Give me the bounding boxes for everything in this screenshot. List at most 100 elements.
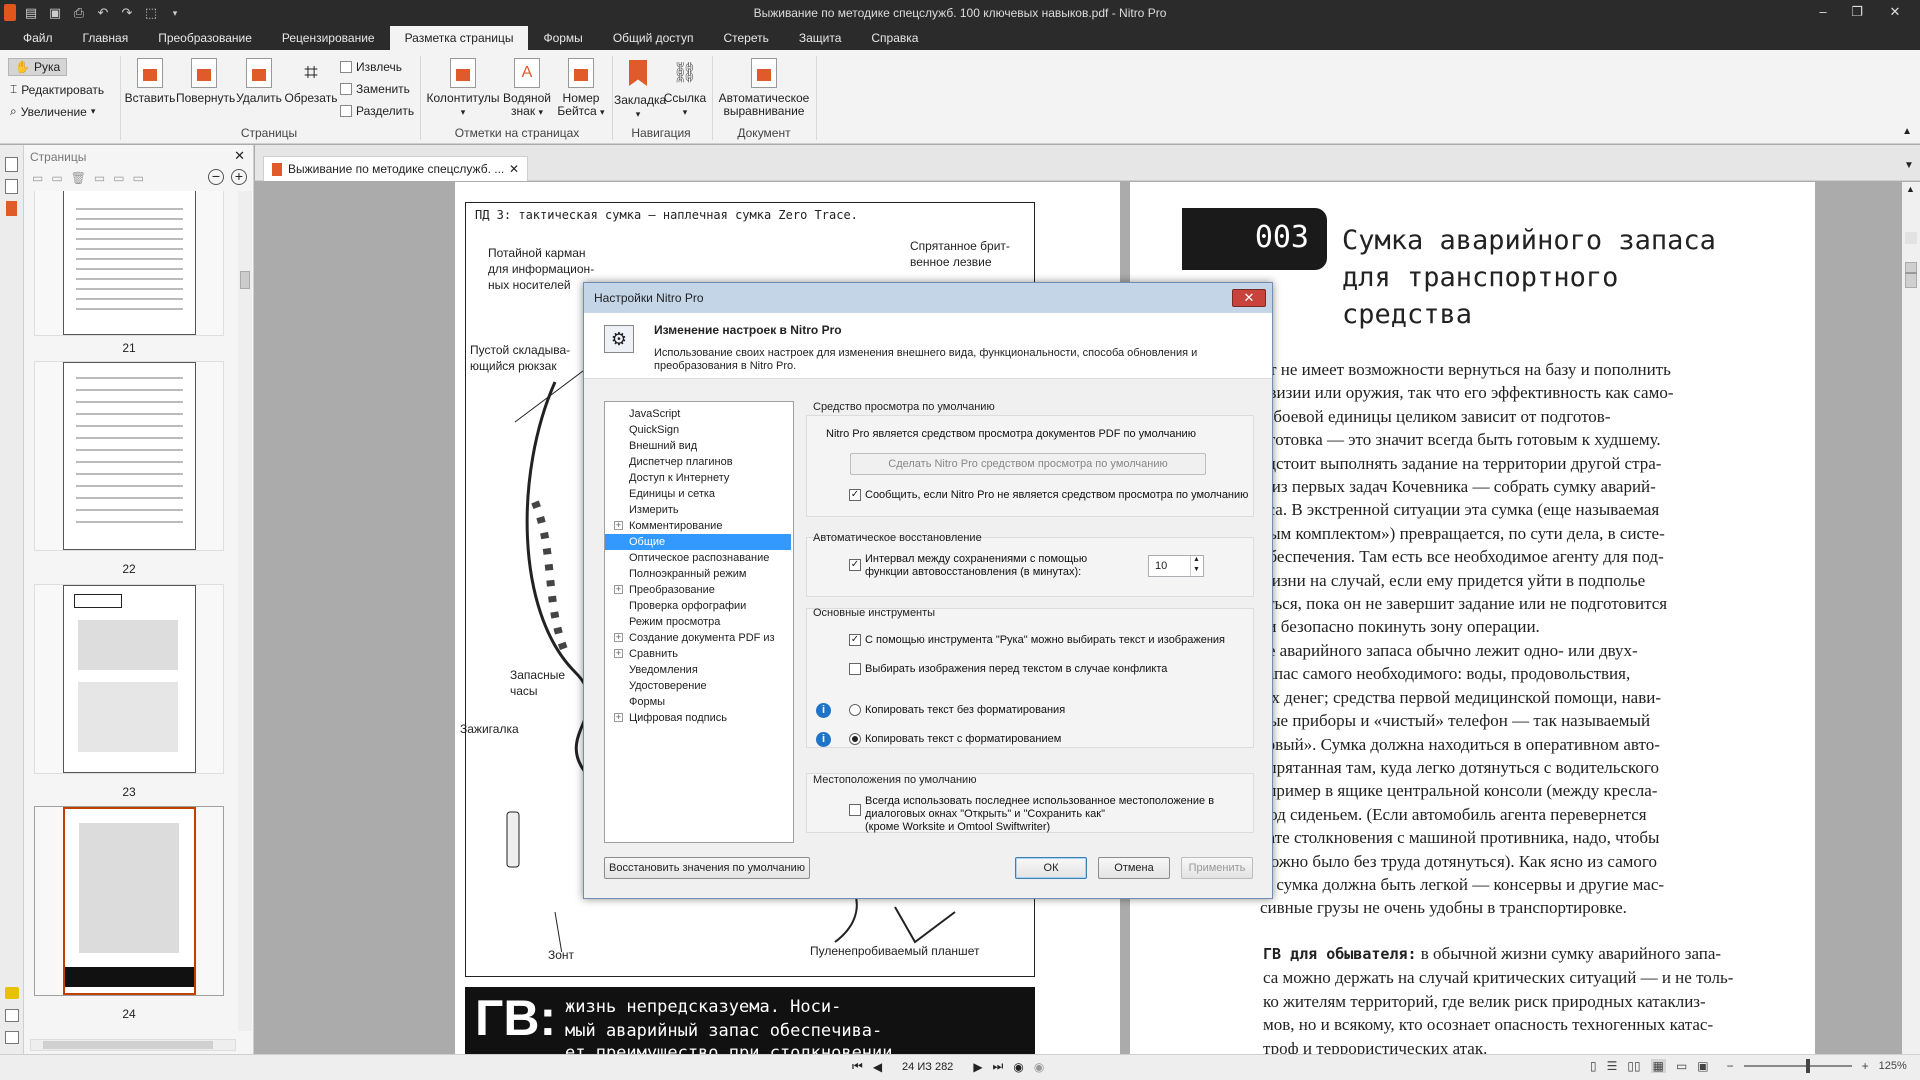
replace-pages-button[interactable]: Заменить: [340, 82, 410, 96]
tree-item[interactable]: Уведомления: [605, 662, 793, 678]
hand-select-text-checkbox[interactable]: ✓ С помощью инструмента "Рука" можно выби…: [849, 634, 1225, 647]
expand-icon[interactable]: +: [614, 633, 623, 642]
autorecover-interval-checkbox[interactable]: ✓ Интервал между сохранениями с помощью ф…: [849, 553, 1087, 579]
split-pages-button[interactable]: Разделить: [340, 104, 414, 118]
first-page-icon[interactable]: ⏮: [852, 1059, 863, 1074]
audio-panel-icon[interactable]: [5, 1009, 19, 1022]
thumbnails-hscrollbar[interactable]: [30, 1039, 236, 1051]
restore-defaults-button[interactable]: Восстановить значения по умолчанию: [604, 857, 810, 879]
zoom-slider[interactable]: [1743, 1059, 1852, 1073]
tree-item[interactable]: Доступ к Интернету: [605, 470, 793, 486]
apply-button[interactable]: Применить: [1181, 857, 1253, 879]
facing-continuous-view-icon[interactable]: ▦: [1650, 1059, 1666, 1073]
rotate-pages-button[interactable]: Повернуть: [176, 58, 235, 105]
watermark-button[interactable]: A Водяной знак ▾: [500, 58, 554, 119]
ok-button[interactable]: ОК: [1015, 857, 1087, 879]
checkbox-checked[interactable]: ✓: [849, 559, 861, 571]
spin-down-icon[interactable]: ▼: [1190, 566, 1202, 576]
tab-forms[interactable]: Формы: [528, 26, 597, 50]
close-button[interactable]: ✕: [1878, 4, 1912, 20]
full-screen-icon[interactable]: ▣: [1697, 1059, 1708, 1073]
close-tab-icon[interactable]: ✕: [509, 162, 519, 176]
dialog-close-button[interactable]: ✕: [1232, 289, 1266, 307]
extract-pages-button[interactable]: Извлечь: [340, 60, 402, 74]
radio-unselected[interactable]: [849, 704, 861, 717]
insert-pages-button[interactable]: Вставить: [124, 58, 176, 105]
expand-icon[interactable]: +: [614, 521, 623, 530]
tree-item[interactable]: Полноэкранный режим: [605, 566, 793, 582]
radio-selected[interactable]: [849, 733, 861, 746]
tree-item[interactable]: Проверка орфографии: [605, 598, 793, 614]
zoom-slider-thumb[interactable]: [1805, 1059, 1810, 1073]
single-page-view-icon[interactable]: ▯: [1590, 1059, 1597, 1073]
pages-panel-icon[interactable]: [5, 157, 18, 172]
spin-up-icon[interactable]: ▲: [1190, 556, 1202, 566]
tab-page-layout[interactable]: Разметка страницы: [389, 26, 529, 50]
tree-item[interactable]: Диспетчер плагинов: [605, 454, 793, 470]
thumb-split-icon[interactable]: ▭: [133, 171, 144, 185]
zoom-in-icon[interactable]: +: [1862, 1059, 1869, 1073]
thumb-rotate-icon[interactable]: ▭: [94, 171, 105, 185]
layers-panel-icon[interactable]: [5, 1031, 19, 1044]
tab-share[interactable]: Общий доступ: [598, 26, 709, 50]
facing-view-icon[interactable]: ▯▯: [1627, 1059, 1640, 1073]
autorecover-minutes-input[interactable]: 10 ▲ ▼: [1148, 555, 1204, 577]
tree-item[interactable]: + Комментирование: [605, 518, 793, 534]
document-tab[interactable]: Выживание по методике спецслужб. ... ✕: [263, 156, 528, 181]
tree-item[interactable]: Удостоверение: [605, 678, 793, 694]
copy-plain-radio[interactable]: Копировать текст без форматирования: [849, 704, 1065, 717]
tab-help[interactable]: Справка: [856, 26, 933, 50]
tab-review[interactable]: Рецензирование: [267, 26, 390, 50]
tree-item[interactable]: QuickSign: [605, 422, 793, 438]
bates-number-button[interactable]: Номер Бейтса ▾: [554, 58, 608, 119]
next-page-icon[interactable]: ▶: [973, 1060, 982, 1074]
tree-item[interactable]: Оптическое распознавание: [605, 550, 793, 566]
zoom-out-thumbs-icon[interactable]: −: [208, 169, 224, 185]
document-scrollbar[interactable]: ▲: [1902, 182, 1920, 1054]
tree-item[interactable]: + Цифровая подпись: [605, 710, 793, 726]
page-thumbnail[interactable]: [34, 584, 224, 774]
next-view-icon[interactable]: ◉: [1034, 1060, 1044, 1074]
previous-page-icon[interactable]: ◀: [873, 1060, 882, 1074]
thumb-insert-icon[interactable]: ▭: [32, 171, 43, 185]
continuous-view-icon[interactable]: ☰: [1607, 1059, 1618, 1073]
make-default-viewer-button[interactable]: Сделать Nitro Pro средством просмотра по…: [850, 453, 1206, 475]
previous-view-icon[interactable]: ◉: [1013, 1060, 1023, 1074]
checkbox-checked[interactable]: ✓: [849, 634, 861, 647]
checkbox-unchecked[interactable]: [849, 804, 861, 816]
tree-item[interactable]: Измерить: [605, 502, 793, 518]
tree-item[interactable]: Режим просмотра: [605, 614, 793, 630]
delete-pages-button[interactable]: Удалить: [234, 58, 284, 105]
tree-item[interactable]: Общие: [605, 534, 791, 550]
tab-file[interactable]: Файл: [8, 26, 68, 50]
zoom-in-thumbs-icon[interactable]: +: [231, 169, 247, 185]
thumb-extract-icon[interactable]: ▭: [51, 171, 62, 185]
zoom-out-icon[interactable]: −: [1727, 1059, 1734, 1073]
copy-formatted-radio[interactable]: Копировать текст с форматированием: [849, 733, 1061, 746]
page-indicator[interactable]: 24 ИЗ 282: [892, 1061, 963, 1073]
page-thumbnail[interactable]: [34, 191, 224, 336]
expand-icon[interactable]: +: [614, 649, 623, 658]
expand-icon[interactable]: +: [614, 713, 623, 722]
tab-list-chevron-icon[interactable]: ▼: [1904, 160, 1914, 171]
tab-erase[interactable]: Стереть: [708, 26, 783, 50]
thumb-replace-icon[interactable]: ▭: [113, 171, 124, 185]
last-page-icon[interactable]: ⏭: [993, 1059, 1004, 1074]
fit-width-icon[interactable]: ▭: [1676, 1059, 1687, 1073]
headers-footers-button[interactable]: Колонтитулы ▾: [426, 58, 500, 119]
close-panel-icon[interactable]: ✕: [234, 148, 245, 164]
expand-icon[interactable]: +: [614, 585, 623, 594]
maximize-button[interactable]: ❐: [1840, 4, 1874, 20]
bookmarks-panel-icon[interactable]: [6, 201, 17, 216]
cancel-button[interactable]: Отмена: [1098, 857, 1170, 879]
tab-protect[interactable]: Защита: [784, 26, 857, 50]
tree-item[interactable]: + Сравнить: [605, 646, 793, 662]
tab-convert[interactable]: Преобразование: [143, 26, 267, 50]
tree-item[interactable]: JavaScript: [605, 406, 793, 422]
images-first-checkbox[interactable]: Выбирать изображения перед текстом в слу…: [849, 663, 1167, 676]
thumbnails-scrollbar[interactable]: [238, 191, 252, 1031]
notify-not-default-checkbox[interactable]: ✓ Сообщить, если Nitro Pro не является ср…: [849, 489, 1248, 502]
hand-tool-button[interactable]: ✋ Рука: [8, 58, 68, 76]
checkbox-checked[interactable]: ✓: [849, 489, 861, 502]
minimize-button[interactable]: –: [1806, 4, 1840, 19]
